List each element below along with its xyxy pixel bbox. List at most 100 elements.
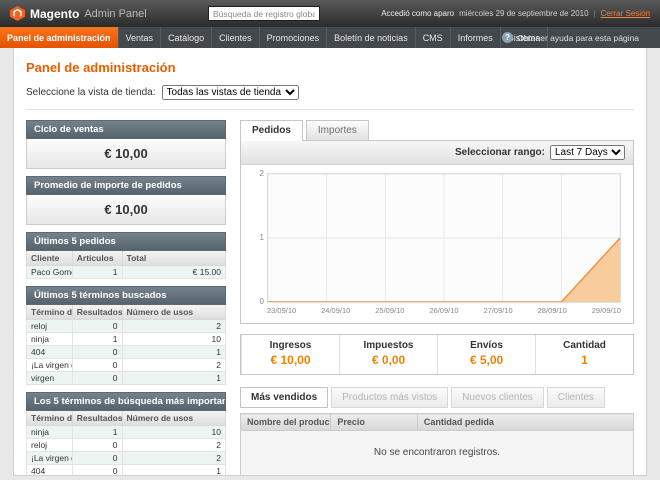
grid-tab[interactable]: Más vendidos bbox=[240, 387, 328, 408]
column-header: Artículos bbox=[72, 251, 122, 266]
store-view-switcher: Seleccione la vista de tienda: Todas las… bbox=[26, 85, 634, 100]
stat-value: 1 bbox=[538, 353, 631, 367]
store-view-select[interactable]: Todas las vistas de tienda bbox=[162, 85, 299, 100]
header-separator: | bbox=[594, 9, 596, 18]
nav-item[interactable]: CMS bbox=[416, 27, 451, 48]
last-orders-panel: Últimos 5 pedidos ClienteArtículosTotal … bbox=[26, 232, 226, 279]
page-title: Panel de administración bbox=[26, 60, 634, 75]
magento-logo-icon bbox=[10, 6, 25, 21]
column-header: Resultados bbox=[72, 305, 122, 320]
x-axis-label: 24/09/10 bbox=[321, 306, 350, 315]
nav-item[interactable]: Ventas bbox=[119, 27, 162, 48]
panel-title: Últimos 5 términos buscados bbox=[26, 286, 226, 305]
magento-logo: Magento Admin Panel bbox=[10, 6, 147, 21]
totals-bar: Ingresos € 10,00 Impuestos € 0,00 Envíos… bbox=[240, 334, 634, 375]
content-area: Panel de administración Seleccione la vi… bbox=[13, 48, 647, 476]
column-header: Número de usos bbox=[122, 411, 225, 426]
last-search-terms-panel: Últimos 5 términos buscados Término de b… bbox=[26, 286, 226, 385]
nav-item[interactable]: Promociones bbox=[260, 27, 328, 48]
column-header: Resultados bbox=[72, 411, 122, 426]
dashboard-right-column: PedidosImportes Seleccionar rango: Last … bbox=[240, 120, 634, 476]
y-axis-label: 1 bbox=[260, 234, 264, 242]
nav-item[interactable]: Catálogo bbox=[161, 27, 212, 48]
table-row: reloj02 bbox=[27, 439, 226, 452]
top-search-terms-table: Término de búsquedaResultadosNúmero de u… bbox=[26, 411, 226, 476]
nav-item[interactable]: Clientes bbox=[212, 27, 260, 48]
header-date: miércoles 29 de septiembre de 2010 bbox=[459, 9, 588, 18]
grid-tab[interactable]: Nuevos clientes bbox=[451, 387, 544, 408]
x-axis-label: 29/09/10 bbox=[592, 306, 621, 315]
x-axis-label: 28/09/10 bbox=[538, 306, 567, 315]
table-row: virgen01 bbox=[27, 372, 226, 385]
divider bbox=[26, 109, 634, 110]
stat-value: € 5,00 bbox=[440, 353, 533, 367]
column-header: Precio bbox=[331, 414, 417, 431]
header-user-area: Accedió como aparo miércoles 29 de septi… bbox=[381, 9, 650, 18]
column-header: Cantidad pedida bbox=[417, 414, 633, 431]
stat-value: € 0,00 bbox=[342, 353, 435, 367]
last-search-terms-table: Término de búsquedaResultadosNúmero de u… bbox=[26, 305, 226, 385]
lifetime-sales-panel: Ciclo de ventas € 10,00 bbox=[26, 120, 226, 169]
dashboard-left-column: Ciclo de ventas € 10,00 Promedio de impo… bbox=[26, 120, 226, 476]
chart-tab[interactable]: Importes bbox=[306, 120, 369, 140]
chart-tabs: PedidosImportes bbox=[240, 120, 634, 140]
nav-item[interactable]: Panel de administración bbox=[0, 27, 119, 48]
average-orders-panel: Promedio de importe de pedidos € 10,00 bbox=[26, 176, 226, 225]
column-header: Término de búsqueda bbox=[27, 411, 73, 426]
table-row: reloj02 bbox=[27, 320, 226, 333]
grid-tabs: Más vendidosProductos más vistosNuevos c… bbox=[240, 387, 634, 408]
x-axis-label: 25/09/10 bbox=[375, 306, 404, 315]
table-row: Paco Gomez1€ 15.00 bbox=[27, 266, 226, 279]
x-axis-label: 26/09/10 bbox=[429, 306, 458, 315]
panel-title: Promedio de importe de pedidos bbox=[26, 176, 226, 195]
x-axis-labels: 23/09/1024/09/1025/09/1026/09/1027/09/10… bbox=[267, 306, 621, 315]
help-label: Obtener ayuda para esta página bbox=[517, 33, 639, 43]
panel-title: Ciclo de ventas bbox=[26, 120, 226, 139]
table-row: ninja110 bbox=[27, 426, 226, 439]
stat-cell: Cantidad 1 bbox=[535, 335, 633, 374]
logout-link[interactable]: Cerrar Sesión bbox=[601, 9, 650, 18]
panel-title: Últimos 5 pedidos bbox=[26, 232, 226, 251]
stat-cell: Ingresos € 10,00 bbox=[241, 335, 339, 374]
help-icon: ? bbox=[502, 32, 513, 43]
stat-cell: Impuestos € 0,00 bbox=[339, 335, 437, 374]
x-axis-label: 27/09/10 bbox=[484, 306, 513, 315]
store-view-label: Seleccione la vista de tienda: bbox=[26, 87, 156, 98]
column-header: Número de usos bbox=[122, 305, 225, 320]
stat-label: Ingresos bbox=[244, 340, 337, 351]
app-header: Magento Admin Panel Accedió como aparo m… bbox=[0, 0, 660, 27]
average-orders-value: € 10,00 bbox=[26, 195, 226, 225]
range-label: Seleccionar rango: bbox=[455, 147, 545, 158]
table-row: 40401 bbox=[27, 346, 226, 359]
chart-panel: Seleccionar rango: Last 7 Days 012 23/09… bbox=[240, 140, 634, 324]
range-select[interactable]: Last 7 Days bbox=[550, 145, 625, 160]
grid-tab[interactable]: Clientes bbox=[547, 387, 605, 408]
help-link[interactable]: ? Obtener ayuda para esta página bbox=[494, 27, 647, 48]
grid-tab[interactable]: Productos más vistos bbox=[331, 387, 448, 408]
stat-cell: Envíos € 5,00 bbox=[437, 335, 535, 374]
logo-subtitle: Admin Panel bbox=[84, 8, 146, 20]
stat-label: Impuestos bbox=[342, 340, 435, 351]
top-search-terms-panel: Los 5 términos de búsqueda más important… bbox=[26, 392, 226, 476]
stat-label: Envíos bbox=[440, 340, 533, 351]
table-row: ¡La virgen que cuadro!02 bbox=[27, 452, 226, 465]
column-header: Nombre del producto bbox=[241, 414, 331, 431]
last-orders-table: ClienteArtículosTotal Paco Gomez1€ 15.00 bbox=[26, 251, 226, 279]
chart-tab[interactable]: Pedidos bbox=[240, 120, 303, 141]
column-header: Cliente bbox=[27, 251, 73, 266]
column-header: Término de búsqueda bbox=[27, 305, 73, 320]
y-axis-label: 0 bbox=[260, 298, 264, 306]
logged-in-as: Accedió como aparo bbox=[381, 9, 454, 18]
orders-chart-svg bbox=[268, 174, 620, 302]
logo-text: Magento bbox=[30, 7, 79, 21]
nav-item[interactable]: Boletín de noticias bbox=[327, 27, 416, 48]
chart-wrap: 012 23/09/1024/09/1025/09/1026/09/1027/0… bbox=[241, 165, 633, 315]
table-row: 40401 bbox=[27, 465, 226, 477]
stat-label: Cantidad bbox=[538, 340, 631, 351]
column-header: Total bbox=[122, 251, 225, 266]
y-axis-label: 2 bbox=[260, 170, 264, 178]
empty-records-message: No se encontraron registros. bbox=[240, 431, 634, 476]
table-row: ¡La virgen que cuadro!02 bbox=[27, 359, 226, 372]
table-row: ninja110 bbox=[27, 333, 226, 346]
global-search-input[interactable] bbox=[208, 6, 320, 21]
